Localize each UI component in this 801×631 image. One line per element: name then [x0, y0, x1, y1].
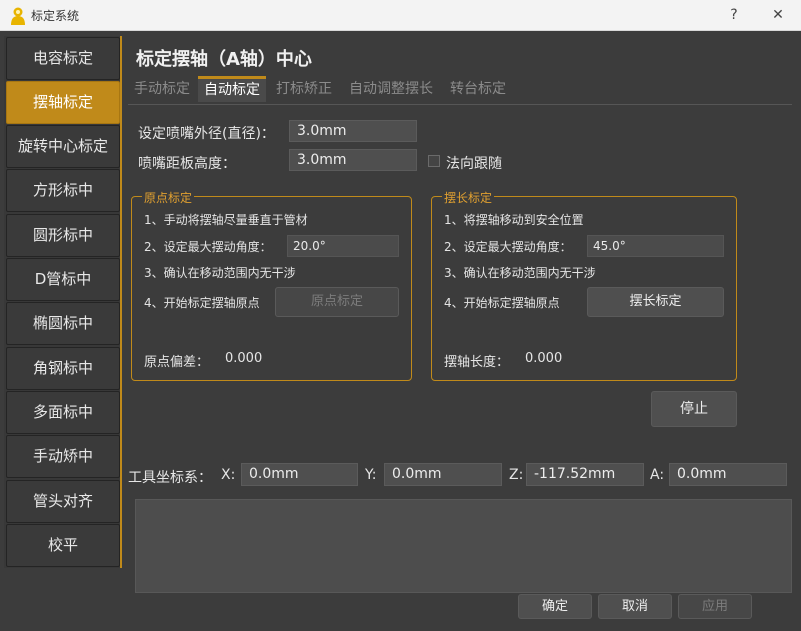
window-title: 标定系统	[31, 9, 80, 23]
nozzle-diameter-label: 设定喷嘴外径(直径)：	[138, 126, 275, 142]
swing-length-label: 摆轴长度：	[444, 355, 510, 370]
coord-y-input[interactable]: 0.0mm	[384, 463, 502, 486]
swing-calibrate-button[interactable]: 摆长标定	[587, 287, 724, 317]
tab-auto-swing-length[interactable]: 自动调整摆长	[344, 76, 438, 102]
origin-offset-value: 0.000	[225, 351, 263, 366]
coord-x-label: X:	[221, 467, 236, 483]
tool-coords-label: 工具坐标系：	[128, 470, 212, 486]
tab-auto-calibration[interactable]: 自动标定	[198, 76, 266, 102]
coord-z-label: Z:	[509, 467, 524, 483]
swing-step-3: 3、确认在移动范围内无干涉	[444, 266, 596, 280]
nozzle-height-input[interactable]: 3.0mm	[289, 149, 417, 171]
tab-manual-calibration[interactable]: 手动标定	[130, 76, 194, 102]
swing-step-1: 1、将摆轴移动到安全位置	[444, 213, 584, 227]
sidebar-item-manual-center[interactable]: 手动矫中	[6, 435, 120, 478]
normal-follow-checkbox[interactable]	[428, 155, 440, 167]
coord-y-label: Y:	[365, 467, 377, 483]
origin-step-1: 1、手动将摆轴尽量垂直于管材	[144, 213, 308, 227]
sidebar-item-swing-axis[interactable]: 摆轴标定	[6, 81, 120, 124]
apply-button[interactable]: 应用	[678, 594, 752, 619]
tab-mark-correction[interactable]: 打标矫正	[272, 76, 336, 102]
swing-group-title: 摆长标定	[442, 189, 495, 206]
normal-follow-label: 法向跟随	[446, 156, 502, 172]
origin-group-title: 原点标定	[142, 189, 195, 206]
coord-a-label: A:	[650, 467, 665, 483]
ok-button[interactable]: 确定	[518, 594, 592, 619]
sidebar-item-capacitance[interactable]: 电容标定	[6, 37, 120, 80]
origin-step-2: 2、设定最大摆动角度：	[144, 240, 272, 254]
help-button[interactable]: ?	[712, 0, 756, 31]
coord-x-input[interactable]: 0.0mm	[241, 463, 358, 486]
nozzle-diameter-input[interactable]: 3.0mm	[289, 120, 417, 142]
page-title: 标定摆轴（A轴）中心	[136, 49, 312, 70]
coord-z-input[interactable]: -117.52mm	[526, 463, 644, 486]
sidebar-item-rotation-center[interactable]: 旋转中心标定	[6, 125, 120, 168]
close-button[interactable]: ✕	[756, 0, 800, 31]
origin-calibrate-button[interactable]: 原点标定	[275, 287, 399, 317]
sidebar-item-ellipse-center[interactable]: 椭圆标中	[6, 302, 120, 345]
app-logo-icon	[11, 7, 25, 25]
sidebar-item-square-center[interactable]: 方形标中	[6, 169, 120, 212]
window-title-bar[interactable]: 标定系统 ? ✕	[0, 0, 801, 31]
nozzle-height-label: 喷嘴距板高度：	[138, 156, 236, 172]
origin-max-angle-input[interactable]: 20.0°	[287, 235, 399, 257]
sidebar-item-d-tube-center[interactable]: D管标中	[6, 258, 120, 301]
tab-turntable-calibration[interactable]: 转台标定	[446, 76, 510, 102]
origin-step-3: 3、确认在移动范围内无干涉	[144, 266, 296, 280]
stop-button[interactable]: 停止	[651, 391, 737, 427]
swing-step-2: 2、设定最大摆动角度：	[444, 240, 572, 254]
log-output-area[interactable]	[135, 499, 792, 593]
tab-divider	[128, 104, 792, 105]
swing-length-value: 0.000	[525, 351, 563, 366]
sidebar-item-round-center[interactable]: 圆形标中	[6, 214, 120, 257]
sidebar-item-angle-steel-center[interactable]: 角钢标中	[6, 347, 120, 390]
coord-a-input[interactable]: 0.0mm	[669, 463, 787, 486]
origin-offset-label: 原点偏差：	[144, 355, 210, 370]
sidebar-item-leveling[interactable]: 校平	[6, 524, 120, 567]
sidebar-item-polygon-center[interactable]: 多面标中	[6, 391, 120, 434]
origin-step-4: 4、开始标定摆轴原点	[144, 296, 260, 310]
swing-step-4: 4、开始标定摆轴原点	[444, 296, 560, 310]
sidebar-item-tube-head-align[interactable]: 管头对齐	[6, 480, 120, 523]
swing-max-angle-input[interactable]: 45.0°	[587, 235, 724, 257]
cancel-button[interactable]: 取消	[598, 594, 672, 619]
